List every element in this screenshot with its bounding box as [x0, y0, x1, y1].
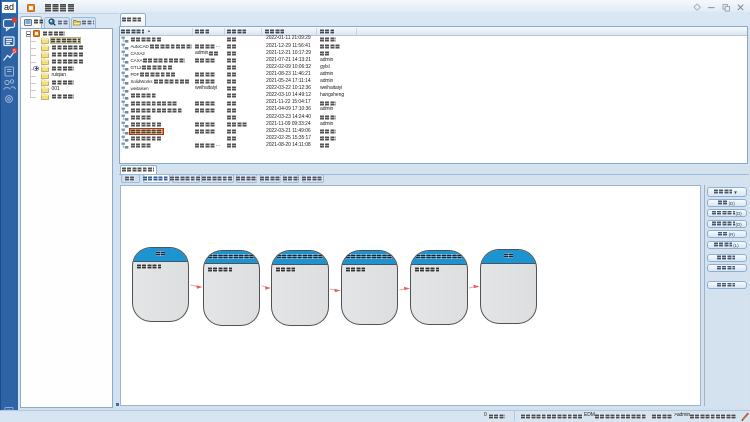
svg-text:5: 5 [13, 49, 16, 55]
